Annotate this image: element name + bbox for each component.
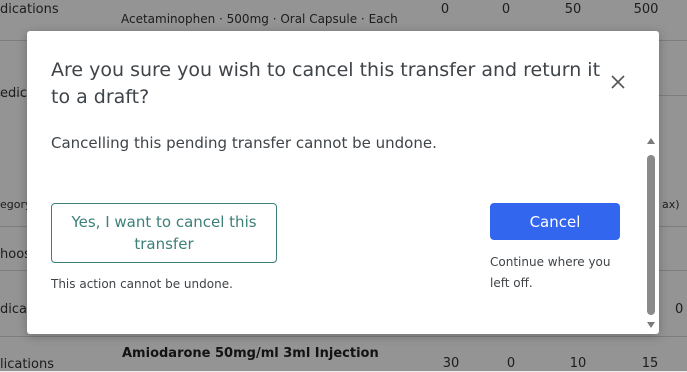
confirm-cancel-transfer-dialog: Are you sure you wish to cancel this tra… — [27, 31, 659, 334]
confirm-cancel-transfer-button[interactable]: Yes, I want to cancel this transfer — [51, 203, 277, 263]
dialog-message: Cancelling this pending transfer cannot … — [51, 134, 437, 152]
cancel-button[interactable]: Cancel — [490, 203, 620, 240]
scrollbar-thumb[interactable] — [647, 155, 655, 315]
dialog-title: Are you sure you wish to cancel this tra… — [51, 59, 601, 108]
close-icon — [611, 75, 625, 89]
close-button[interactable] — [605, 69, 631, 95]
dialog-scrollbar[interactable] — [644, 135, 658, 331]
scroll-up-arrow-icon[interactable] — [647, 138, 655, 144]
cancel-hint-text: Continue where you left off. — [490, 255, 611, 290]
confirm-warning-text: This action cannot be undone. — [51, 277, 233, 291]
scroll-down-arrow-icon[interactable] — [647, 322, 655, 328]
